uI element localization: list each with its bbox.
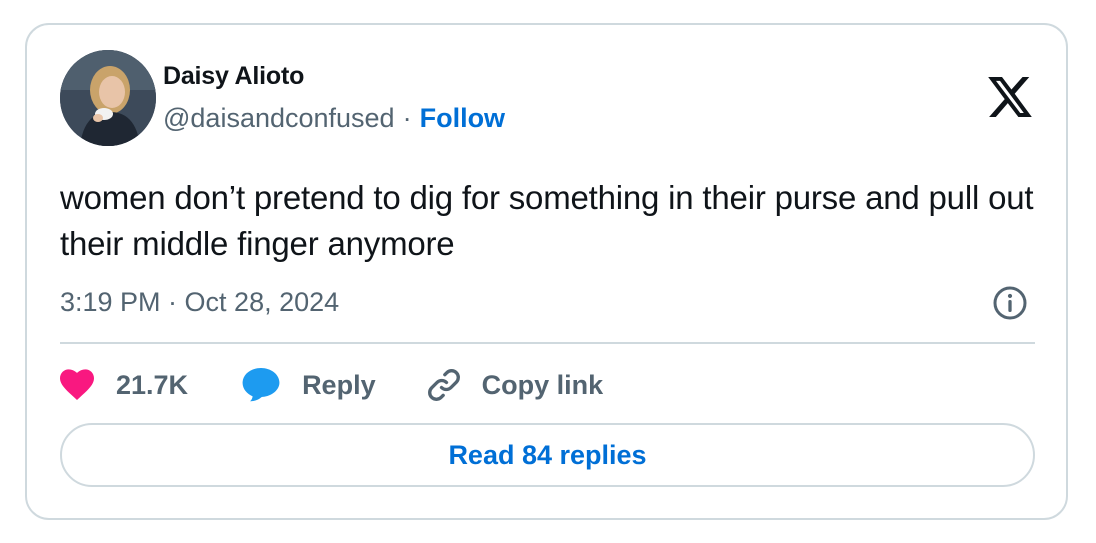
read-replies-label: Read 84 replies (448, 439, 647, 470)
x-logo-icon[interactable] (988, 77, 1032, 117)
separator: · (402, 103, 412, 133)
divider (60, 342, 1035, 344)
like-count: 21.7K (116, 369, 189, 400)
reply-label: Reply (302, 369, 376, 400)
avatar[interactable] (60, 50, 156, 146)
read-replies-button[interactable]: Read 84 replies (60, 423, 1035, 487)
copy-link-label: Copy link (481, 369, 604, 400)
action-bar: 21.7K Reply Copy link (60, 363, 603, 407)
tweet-card: Daisy Alioto @daisandconfused · Follow w… (25, 23, 1068, 520)
heart-icon (60, 369, 94, 401)
link-icon (424, 365, 464, 405)
reply-button[interactable]: Reply (242, 368, 376, 402)
tweet-timestamp[interactable]: 3:19 PM · Oct 28, 2024 (60, 287, 339, 318)
copy-link-button[interactable]: Copy link (424, 365, 604, 405)
follow-button[interactable]: Follow (420, 103, 505, 134)
info-icon[interactable] (992, 285, 1028, 321)
speech-bubble-icon (242, 368, 280, 402)
author-name[interactable]: Daisy Alioto (163, 62, 304, 91)
tweet-text: women don’t pretend to dig for something… (60, 179, 1034, 262)
author-handle[interactable]: @daisandconfused (163, 103, 395, 134)
like-button[interactable]: 21.7K (60, 369, 188, 401)
handle-row: @daisandconfused · Follow (163, 103, 505, 134)
